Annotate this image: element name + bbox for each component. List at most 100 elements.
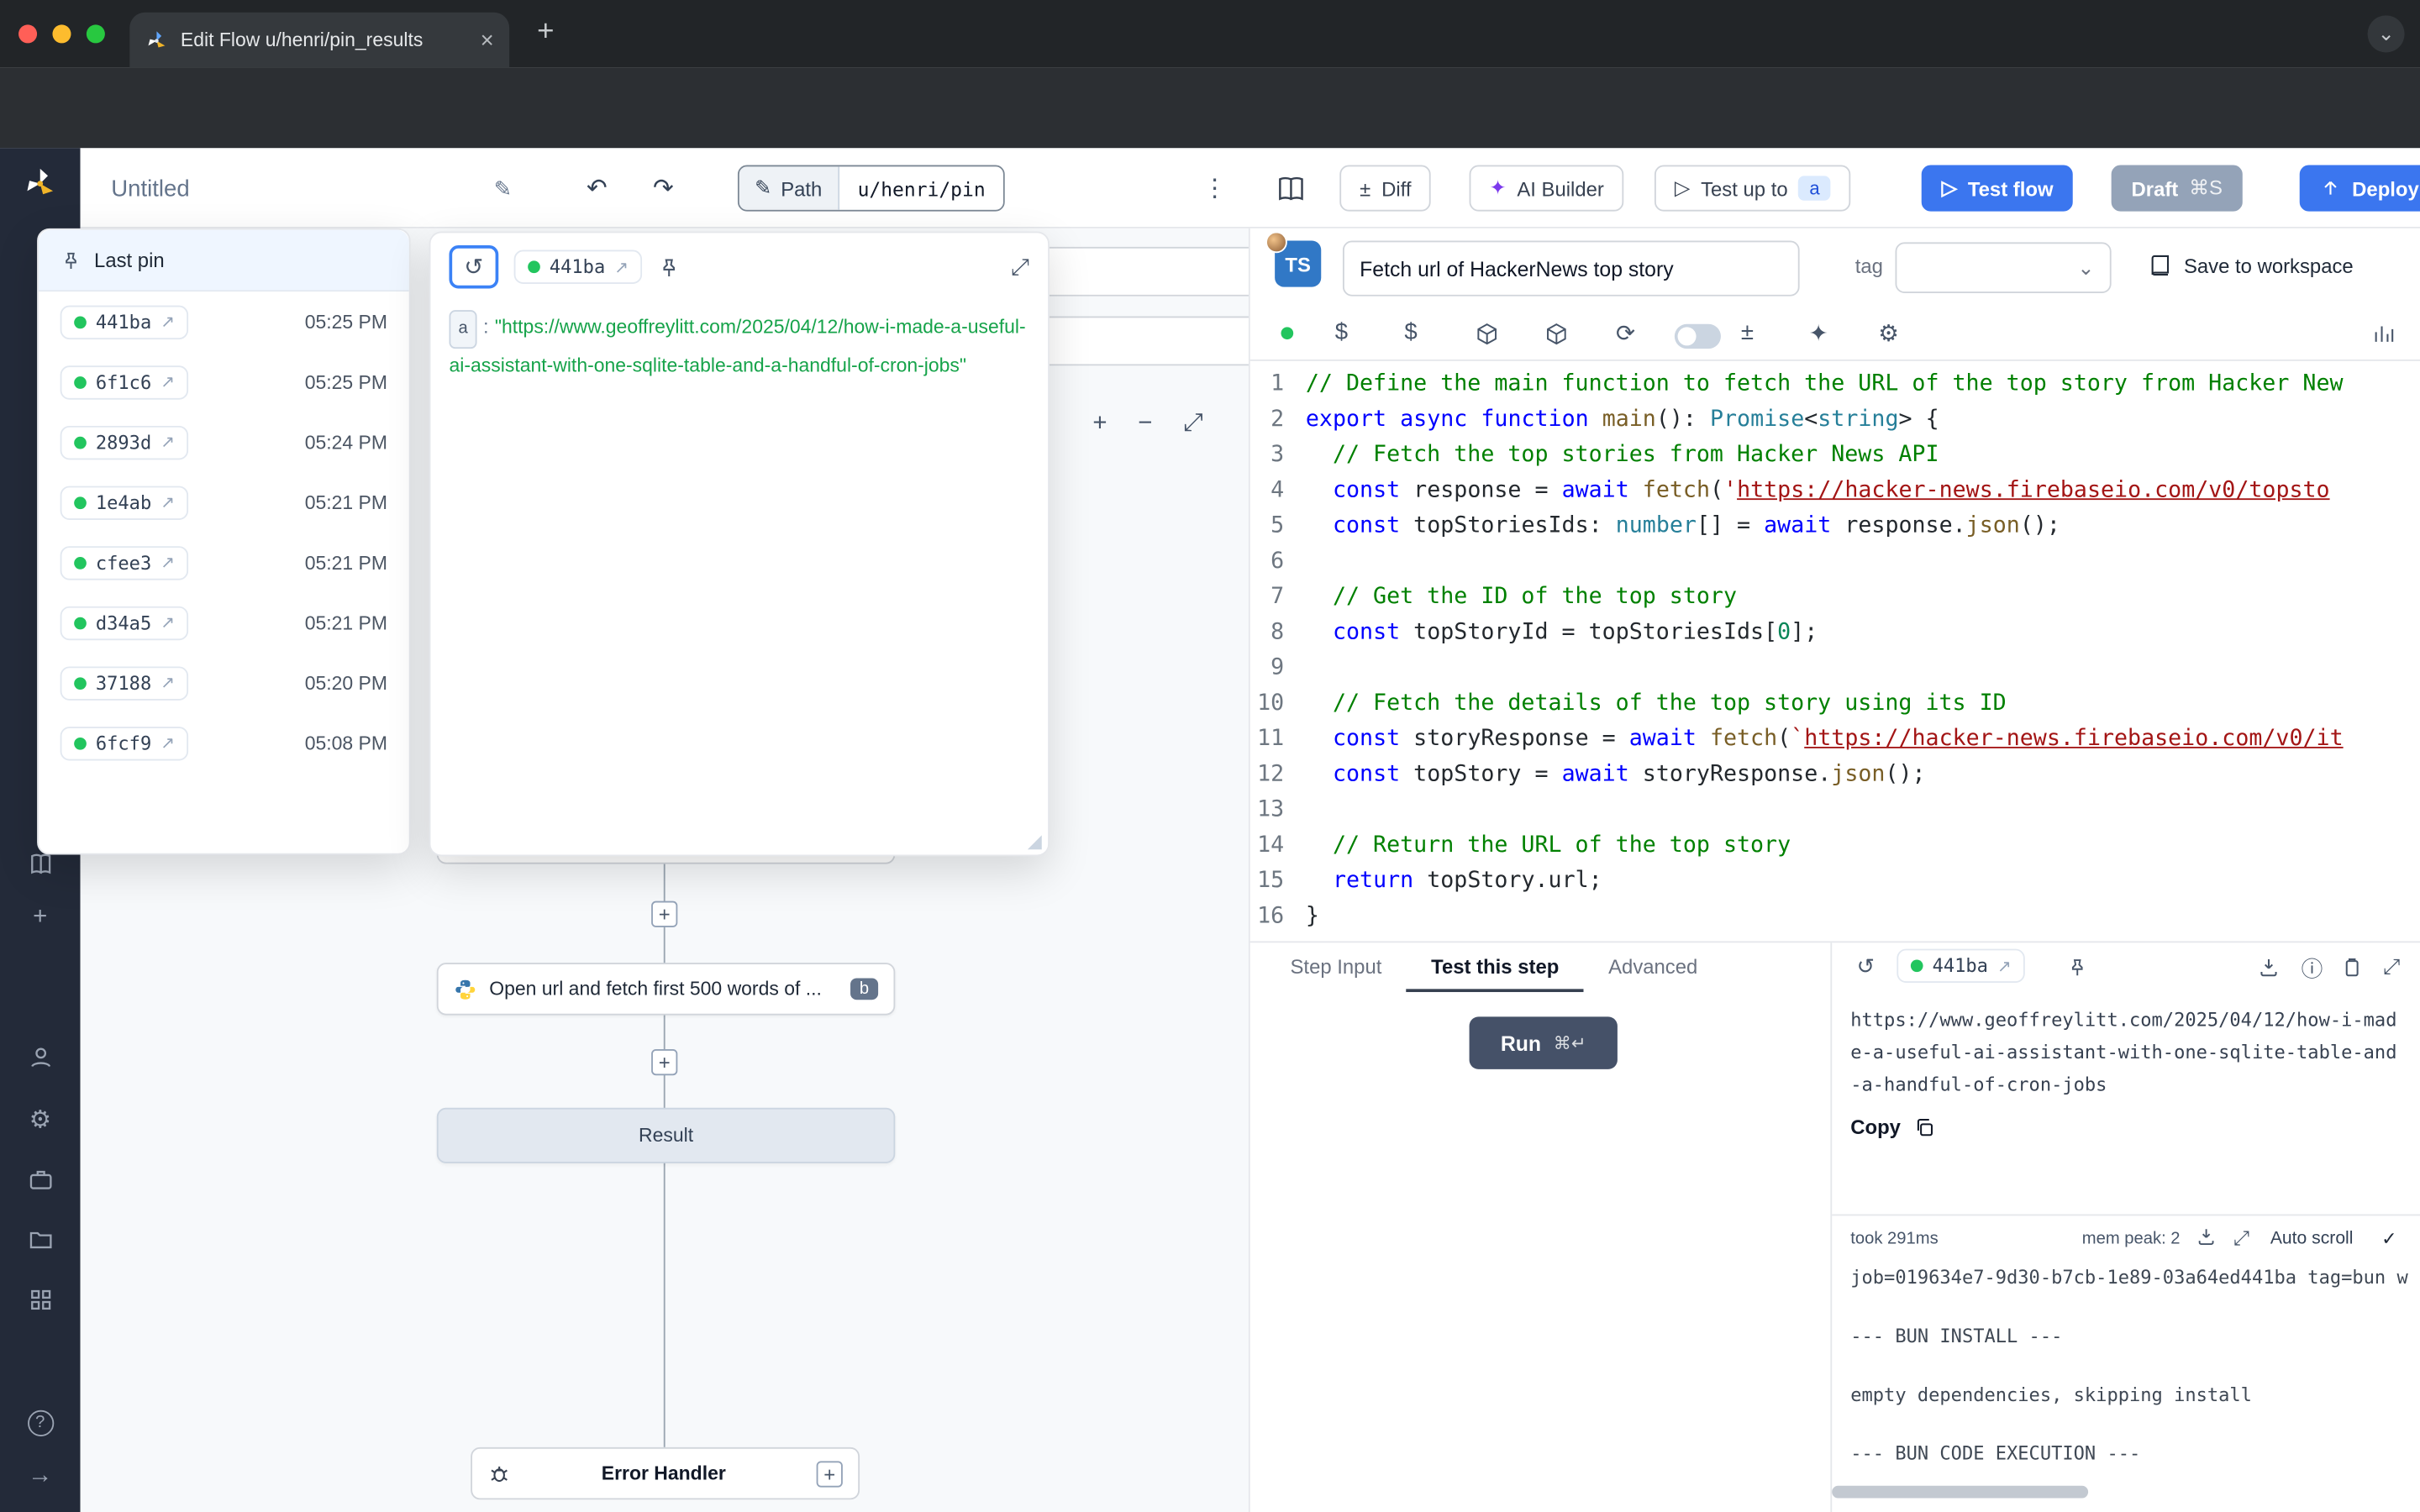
code-line[interactable]: 11 const storyResponse = await fetch(`ht… [1250, 722, 2420, 758]
undo-button[interactable]: ↶ [587, 148, 608, 228]
step-summary-input[interactable] [1343, 241, 1800, 297]
code-line[interactable]: 1// Define the main function to fetch th… [1250, 367, 2420, 402]
run-id-chip[interactable]: 441ba ↗ [1897, 949, 2025, 983]
diff-mode-icon[interactable]: ± [1741, 319, 1754, 345]
minimize-window-button[interactable] [52, 24, 71, 43]
ai-builder-button[interactable]: ✦ AI Builder [1470, 165, 1624, 212]
insert-step-button[interactable]: + [651, 901, 677, 927]
code-line[interactable]: 2export async function main(): Promise<s… [1250, 402, 2420, 438]
code-line[interactable]: 16} [1250, 900, 2420, 935]
docs-book-icon[interactable] [1276, 148, 1306, 228]
fit-view-icon[interactable]: ⤢ [1183, 411, 1203, 438]
pin-list-item[interactable]: d34a5↗05:21 PM [39, 592, 409, 653]
open-run-icon[interactable]: ↗ [160, 612, 175, 633]
open-run-icon[interactable]: ↗ [1997, 956, 2012, 976]
deploy-button[interactable]: Deploy [2300, 165, 2420, 212]
library-panel-icon[interactable] [2372, 323, 2396, 346]
pin-list-item[interactable]: 6f1c6↗05:25 PM [39, 352, 409, 412]
pin-list-item[interactable]: 2893d↗05:24 PM [39, 412, 409, 472]
apps-grid-icon[interactable] [0, 1287, 81, 1315]
workspace-briefcase-icon[interactable] [0, 1167, 81, 1194]
run-id-chip[interactable]: 1e4ab↗ [60, 486, 189, 519]
pin-icon[interactable] [658, 255, 681, 279]
tab-step-input[interactable]: Step Input [1265, 942, 1407, 992]
open-run-icon[interactable]: ↗ [160, 553, 175, 573]
auto-scroll-check-icon[interactable]: ✓ [2381, 1228, 2396, 1250]
pin-list-item[interactable]: 6fcf9↗05:08 PM [39, 713, 409, 774]
open-run-icon[interactable]: ↗ [160, 372, 175, 392]
browser-tab[interactable]: Edit Flow u/henri/pin_results × [129, 13, 509, 68]
run-id-chip[interactable]: 6f1c6↗ [60, 365, 189, 398]
tab-search-icon[interactable]: ⌄ [2368, 15, 2405, 52]
code-editor[interactable]: 1// Define the main function to fetch th… [1250, 360, 2420, 941]
reset-icon[interactable]: ⟳ [1616, 319, 1635, 347]
expand-popup-icon[interactable]: ⤢ [1011, 254, 1029, 280]
run-id-chip[interactable]: d34a5↗ [60, 606, 189, 639]
zoom-in-icon[interactable]: + [1092, 411, 1107, 438]
package-icon[interactable] [1476, 323, 1499, 346]
add-error-handler-button[interactable]: + [817, 1460, 843, 1486]
ai-sparkle-icon[interactable]: ✦ [1809, 319, 1828, 347]
add-item-icon[interactable]: + [0, 904, 81, 932]
code-line[interactable]: 7 // Get the ID of the top story [1250, 580, 2420, 616]
clipboard-icon[interactable] [2341, 957, 2363, 979]
resize-handle[interactable]: ◢ [1028, 830, 1042, 852]
download-icon[interactable] [2258, 957, 2280, 979]
pin-list-item[interactable]: 1e4ab↗05:21 PM [39, 472, 409, 533]
pin-list-item[interactable]: 441ba↗05:25 PM [39, 291, 409, 352]
editor-settings-gear-icon[interactable]: ⚙ [1878, 319, 1899, 347]
code-line[interactable]: 9 [1250, 651, 2420, 686]
run-id-chip[interactable]: 37188↗ [60, 666, 189, 700]
code-line[interactable]: 14 // Return the URL of the top story [1250, 828, 2420, 864]
horizontal-scrollbar[interactable] [1832, 1486, 2088, 1499]
code-line[interactable]: 4 const response = await fetch('https://… [1250, 474, 2420, 509]
tab-advanced[interactable]: Advanced [1584, 942, 1723, 992]
maximize-window-button[interactable] [87, 24, 105, 43]
edit-title-pencil-icon[interactable]: ✎ [494, 148, 513, 228]
tag-select[interactable]: ⌄ [1896, 242, 2112, 293]
info-icon[interactable]: ⓘ [2302, 953, 2323, 984]
save-to-workspace-button[interactable]: Save to workspace [2149, 253, 2354, 277]
code-line[interactable]: 12 const topStory = await storyResponse.… [1250, 758, 2420, 793]
open-run-icon[interactable]: ↗ [614, 257, 629, 277]
expand-logs-icon[interactable]: ⤢ [2233, 1226, 2249, 1251]
settings-gear-icon[interactable]: ⚙ [0, 1105, 81, 1136]
flow-title[interactable]: Untitled [111, 148, 189, 228]
flow-input-node[interactable] [1018, 247, 1250, 297]
test-flow-button[interactable]: ▷ Test flow [1922, 165, 2074, 212]
test-up-to-button[interactable]: ▷ Test up to a [1655, 165, 1850, 212]
result-node[interactable]: Result [437, 1108, 896, 1163]
close-window-button[interactable] [18, 24, 37, 43]
code-line[interactable]: 5 const topStoriesIds: number[] = await … [1250, 509, 2420, 544]
new-tab-button[interactable]: + [537, 15, 554, 49]
code-line[interactable]: 13 [1250, 793, 2420, 828]
docs-icon[interactable] [0, 852, 81, 879]
tab-close-icon[interactable]: × [481, 29, 494, 52]
package-icon[interactable] [1545, 323, 1569, 346]
open-run-icon[interactable]: ↗ [160, 673, 175, 693]
pin-icon[interactable] [2066, 957, 2088, 979]
run-id-chip[interactable]: 441ba↗ [60, 305, 189, 339]
draft-button[interactable]: Draft ⌘S [2112, 165, 2243, 212]
diff-button[interactable]: ± Diff [1339, 165, 1431, 212]
code-line[interactable]: 6 [1250, 544, 2420, 580]
auto-scroll-label[interactable]: Auto scroll [2270, 1230, 2354, 1248]
insert-step-button[interactable]: + [651, 1049, 677, 1075]
run-id-chip[interactable]: 6fcf9↗ [60, 726, 189, 759]
folders-icon[interactable] [0, 1226, 81, 1254]
fullscreen-icon[interactable]: ⤢ [2383, 953, 2401, 979]
pin-list-item[interactable]: cfee3↗05:21 PM [39, 533, 409, 593]
collapse-sidebar-icon[interactable]: → [0, 1462, 81, 1490]
history-icon[interactable]: ↺ [1857, 953, 1876, 979]
resources-icon[interactable]: $ [1404, 319, 1417, 345]
tab-test-this-step[interactable]: Test this step [1407, 942, 1584, 992]
path-control[interactable]: ✎Path u/henri/pin [738, 165, 1006, 212]
zoom-out-icon[interactable]: − [1138, 411, 1152, 438]
more-menu-icon[interactable]: ⋮ [1202, 148, 1227, 228]
run-id-chip[interactable]: 441ba ↗ [514, 250, 643, 284]
error-handler-node[interactable]: Error Handler + [471, 1447, 860, 1499]
step-b-node[interactable]: Open url and fetch first 500 words of ..… [437, 963, 896, 1015]
help-icon[interactable]: ? [0, 1407, 81, 1436]
open-run-icon[interactable]: ↗ [160, 432, 175, 452]
pin-list-item[interactable]: 37188↗05:20 PM [39, 653, 409, 713]
